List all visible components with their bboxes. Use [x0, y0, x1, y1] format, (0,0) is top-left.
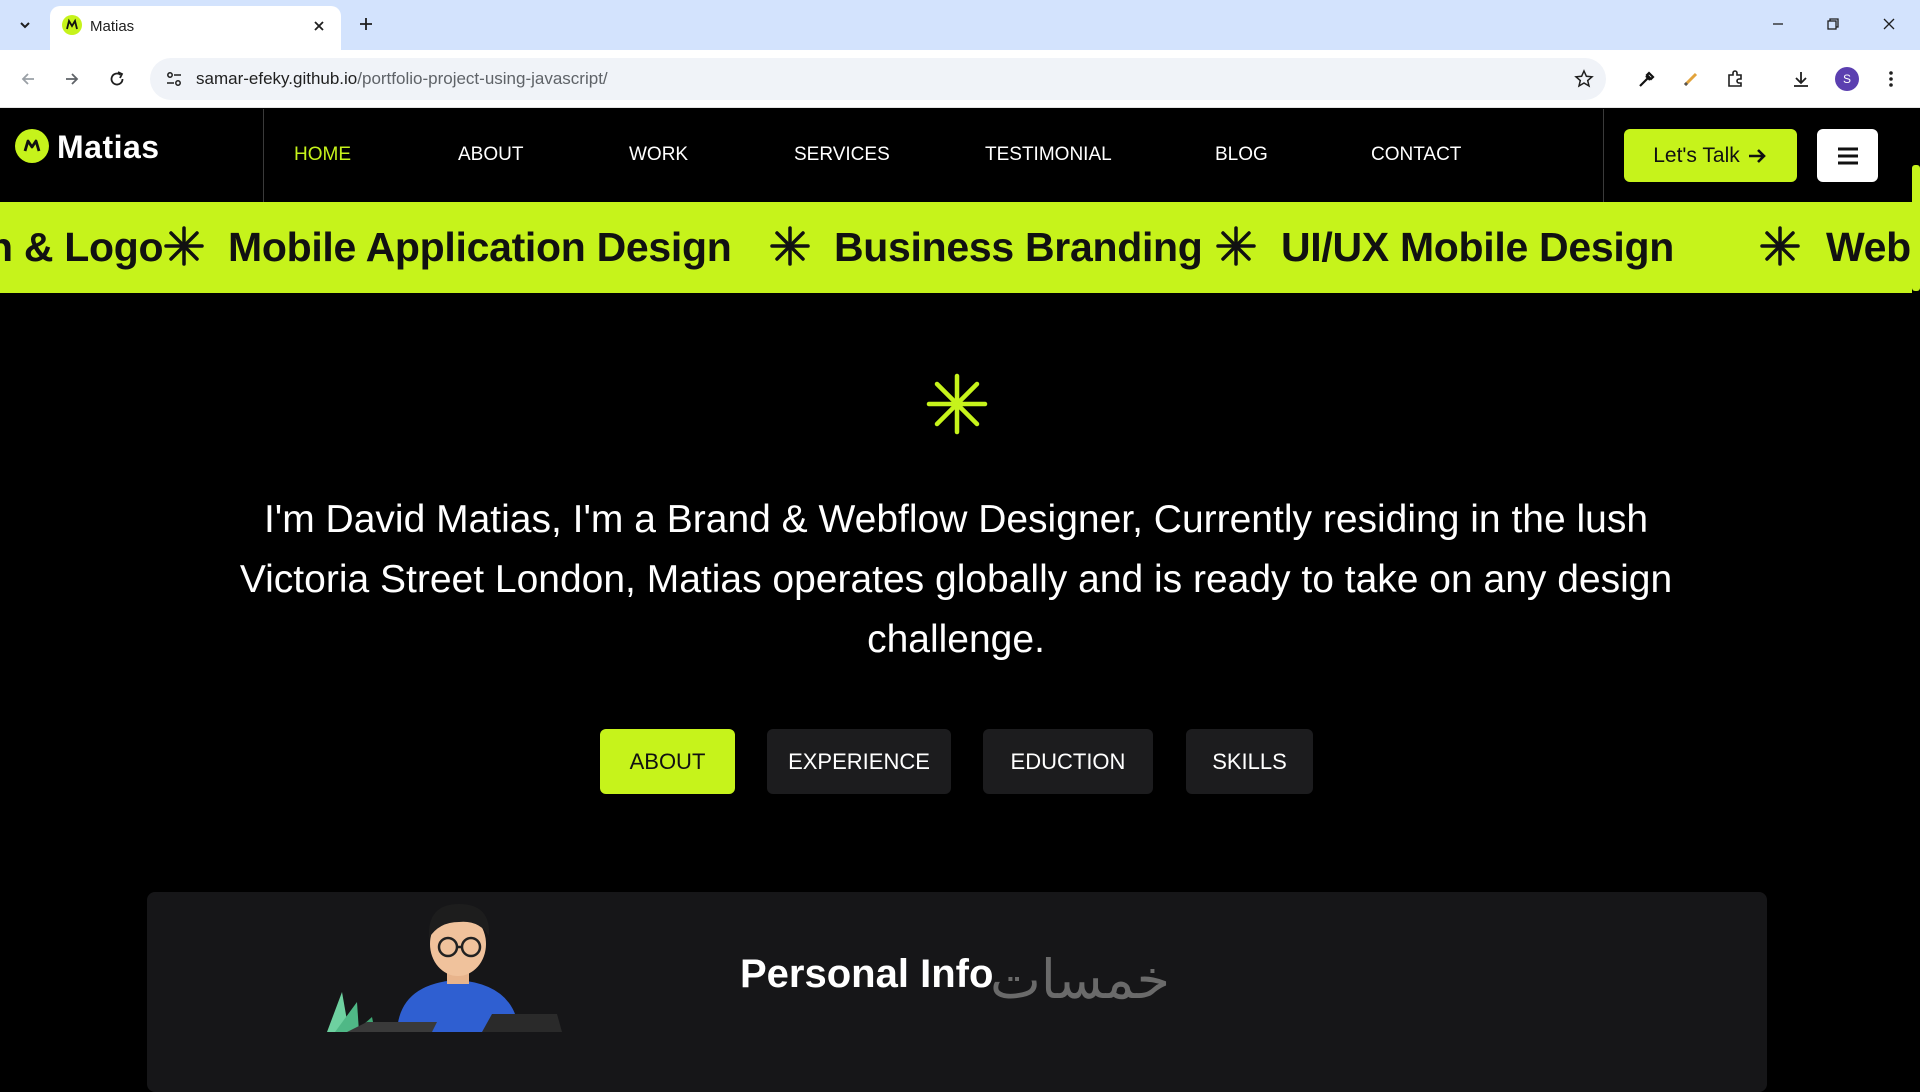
nav-home[interactable]: HOME: [294, 144, 351, 166]
browser-tab[interactable]: Matias: [50, 6, 341, 50]
address-bar[interactable]: samar-efeky.github.io/portfolio-project-…: [150, 58, 1606, 100]
asterisk-icon: [1216, 226, 1256, 266]
marquee-item: Business Branding: [834, 224, 1203, 270]
tab-close-icon[interactable]: [307, 14, 331, 38]
marquee-item: Web: [1826, 224, 1911, 270]
tab-title: Matias: [90, 18, 135, 35]
watermark-logo: خمسات: [990, 948, 1171, 1011]
marquee-item: n & Logo: [0, 224, 164, 270]
personal-info-card: Personal Info خمسات: [147, 892, 1767, 1092]
hero-bio: I'm David Matias, I'm a Brand & Webflow …: [239, 498, 1673, 661]
logo-text[interactable]: Matias: [57, 129, 160, 166]
new-tab-icon[interactable]: [352, 10, 380, 38]
browser-toolbar: samar-efeky.github.io/portfolio-project-…: [0, 50, 1920, 108]
tab-experience[interactable]: EXPERIENCE: [767, 729, 951, 794]
asterisk-icon: [164, 226, 204, 266]
asterisk-icon: [770, 226, 810, 266]
hamburger-icon: [1837, 147, 1858, 164]
arrow-right-icon: [1748, 148, 1766, 163]
logo-icon[interactable]: [15, 129, 49, 163]
reload-icon[interactable]: [102, 64, 132, 94]
nav-contact[interactable]: CONTACT: [1371, 144, 1461, 166]
nav-blog[interactable]: BLOG: [1215, 144, 1268, 166]
asterisk-icon: [926, 373, 988, 435]
extensions-puzzle-icon[interactable]: [1722, 66, 1748, 92]
nav-testimonial[interactable]: TESTIMONIAL: [985, 144, 1112, 166]
avatar-illustration: [327, 904, 562, 1032]
services-marquee: n & Logo Mobile Application Design Busin…: [0, 202, 1912, 293]
nav-services[interactable]: SERVICES: [794, 144, 890, 166]
url-host: samar-efeky.github.io: [196, 69, 358, 88]
back-icon[interactable]: [13, 64, 43, 94]
pencil-extension-icon[interactable]: [1678, 66, 1704, 92]
page-scrollbar[interactable]: [1912, 165, 1920, 291]
eyedropper-extension-icon[interactable]: [1634, 66, 1660, 92]
hamburger-menu-button[interactable]: [1817, 129, 1878, 182]
downloads-icon[interactable]: [1788, 66, 1814, 92]
bookmark-star-icon[interactable]: [1572, 67, 1596, 91]
tab-about[interactable]: ABOUT: [600, 729, 735, 794]
minimize-icon[interactable]: [1755, 6, 1801, 42]
header-divider: [263, 109, 264, 202]
url-text: samar-efeky.github.io/portfolio-project-…: [196, 69, 608, 89]
tab-skills[interactable]: SKILLS: [1186, 729, 1313, 794]
lets-talk-label: Let's Talk: [1653, 143, 1740, 167]
browser-menu-icon[interactable]: [1878, 66, 1904, 92]
header-divider: [1603, 109, 1604, 202]
profile-avatar[interactable]: S: [1835, 67, 1859, 91]
asterisk-icon: [1760, 226, 1800, 266]
marquee-item: UI/UX Mobile Design: [1281, 224, 1674, 270]
tab-search-dropdown-icon[interactable]: [8, 8, 42, 42]
tab-education[interactable]: EDUCTION: [983, 729, 1153, 794]
nav-work[interactable]: WORK: [629, 144, 688, 166]
site-header: Matias HOME ABOUT WORK SERVICES TESTIMON…: [0, 109, 1920, 202]
nav-about[interactable]: ABOUT: [458, 144, 523, 166]
close-window-icon[interactable]: [1866, 6, 1912, 42]
marquee-item: Mobile Application Design: [228, 224, 732, 270]
browser-tab-bar: Matias: [0, 0, 1920, 50]
restore-icon[interactable]: [1810, 6, 1856, 42]
tab-favicon-icon: [62, 15, 82, 35]
lets-talk-button[interactable]: Let's Talk: [1624, 129, 1797, 182]
site-info-icon[interactable]: [164, 69, 184, 89]
personal-info-title: Personal Info: [740, 952, 994, 996]
url-path: /portfolio-project-using-javascript/: [357, 69, 608, 88]
forward-icon[interactable]: [57, 64, 87, 94]
